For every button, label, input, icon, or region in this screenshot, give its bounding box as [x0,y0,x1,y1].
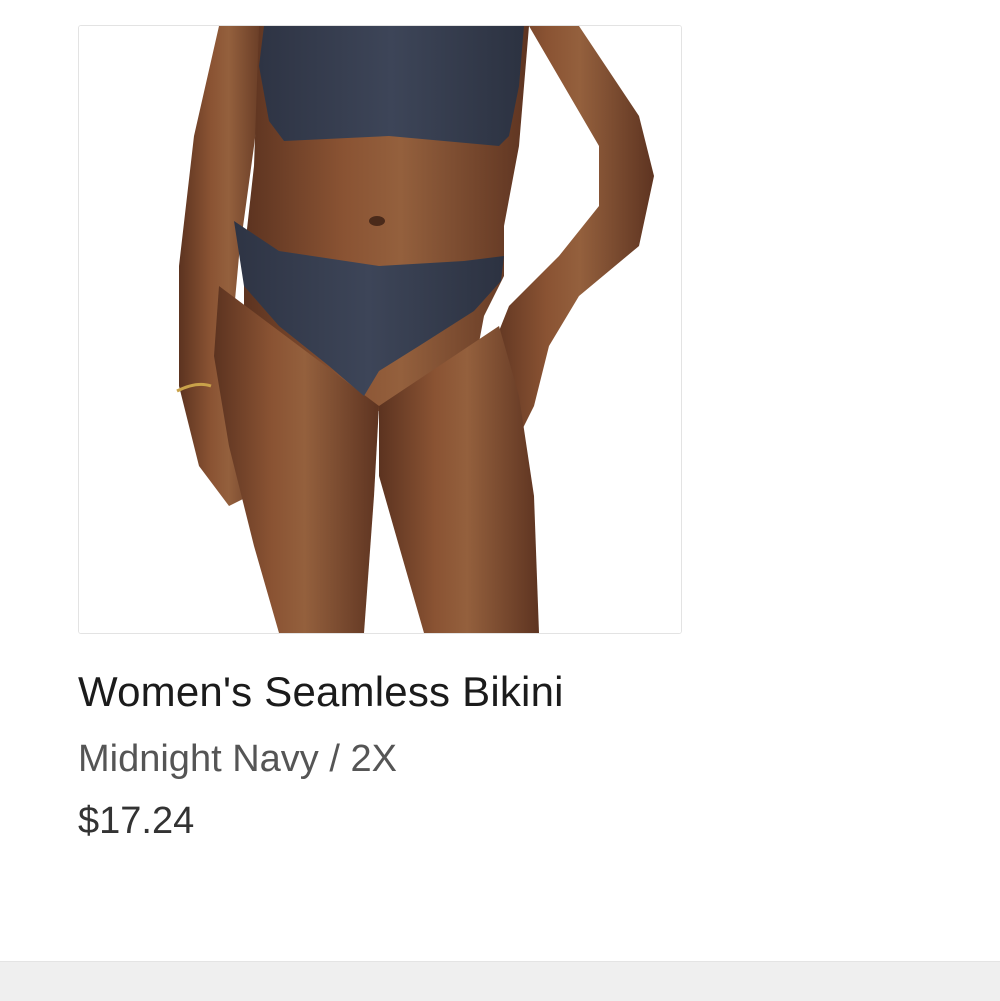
product-price: $17.24 [78,800,195,842]
product-card[interactable]: Women's Seamless Bikini Midnight Navy / … [78,25,682,842]
product-variant: Midnight Navy / 2X [78,738,397,780]
product-image[interactable] [78,25,682,634]
bottom-divider-bar [0,961,1000,1001]
product-photo [79,26,681,633]
product-title[interactable]: Women's Seamless Bikini [78,667,564,717]
